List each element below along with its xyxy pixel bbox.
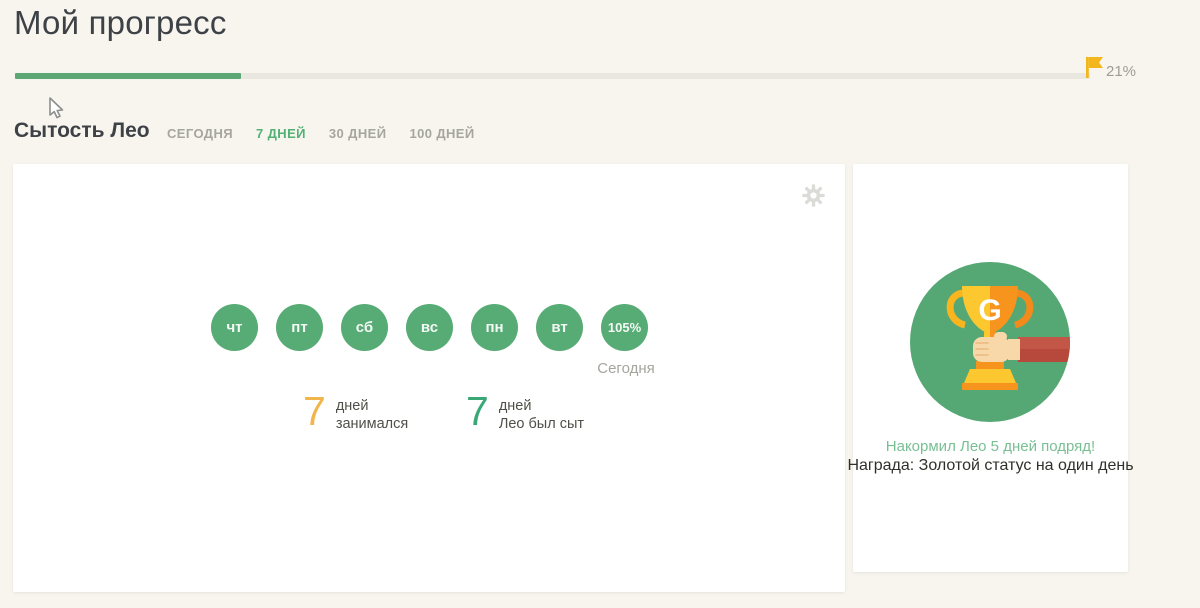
progress-percent-label: 21% xyxy=(1106,63,1137,80)
day-circle: вт xyxy=(536,304,583,351)
day-circle-today: 105% xyxy=(601,304,648,351)
week-panel: чт пт сб вс пн вт 105% Сегодня 7 дней за… xyxy=(13,164,845,592)
day-circle: сб xyxy=(341,304,388,351)
reward-title: Накормил Лео 5 дней подряд! xyxy=(885,438,1096,455)
stat-value: 7 xyxy=(303,388,326,434)
tab-30-days[interactable]: 30 ДНЕЙ xyxy=(329,126,387,141)
stat-days-leo-fed: 7 дней Лео был сыт xyxy=(466,390,584,433)
period-tabs: СЕГОДНЯ 7 ДНЕЙ 30 ДНЕЙ 100 ДНЕЙ xyxy=(167,126,475,141)
stat-value: 7 xyxy=(466,388,489,434)
day-label: пт xyxy=(291,319,308,336)
day-label: пн xyxy=(485,319,504,336)
day-circle: чт xyxy=(211,304,258,351)
settings-gear-icon[interactable] xyxy=(801,183,826,208)
level-progress-fill xyxy=(15,73,241,79)
reward-subtitle: Награда: Золотой статус на один день xyxy=(847,457,1134,474)
day-percent-label: 105% xyxy=(607,320,642,335)
day-label: вс xyxy=(420,319,439,336)
today-label: Сегодня xyxy=(597,360,655,377)
level-progress-track xyxy=(15,73,1090,79)
progress-page: Мой прогресс 21% Сытость Лео СЕГОДНЯ 7 Д… xyxy=(0,0,1200,608)
trophy-badge: G xyxy=(910,262,1070,422)
page-title: Мой прогресс xyxy=(14,4,227,41)
day-label: чт xyxy=(226,319,243,336)
day-circle: пт xyxy=(276,304,323,351)
tab-today[interactable]: СЕГОДНЯ xyxy=(167,126,233,141)
stat-caption: дней занимался xyxy=(335,398,409,432)
day-label: сб xyxy=(355,319,374,336)
goal-flag-icon xyxy=(1086,56,1106,79)
reward-panel: G Накормил Лео 5 дней подряд! Награда: З… xyxy=(847,164,1134,572)
stat-caption: дней Лео был сыт xyxy=(498,398,585,432)
day-circles-row: чт пт сб вс пн вт 105% xyxy=(211,304,648,351)
trophy-letter: G xyxy=(978,294,1001,327)
tab-7-days[interactable]: 7 ДНЕЙ xyxy=(256,126,306,141)
trophy-illustration: G xyxy=(946,286,1070,390)
section-title: Сытость Лео xyxy=(14,119,150,142)
day-circle: вс xyxy=(406,304,453,351)
tab-100-days[interactable]: 100 ДНЕЙ xyxy=(409,126,474,141)
stat-days-practiced: 7 дней занимался xyxy=(303,390,408,433)
day-circle: пн xyxy=(471,304,518,351)
day-label: вт xyxy=(551,319,568,336)
